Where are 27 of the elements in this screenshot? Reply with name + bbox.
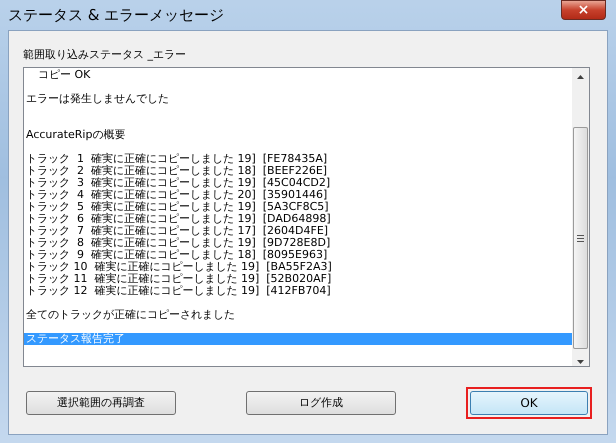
log-line[interactable]: エラーは発生しませんでした bbox=[24, 93, 572, 105]
scrollbar[interactable] bbox=[572, 68, 589, 366]
group-label: 範囲取り込みステータス _エラー bbox=[23, 48, 186, 61]
log-line[interactable]: トラック 4 確実に正確にコピーしました 20] [35901446] bbox=[24, 189, 572, 201]
grip-icon bbox=[577, 234, 584, 242]
scroll-thumb[interactable] bbox=[573, 127, 588, 349]
log-line[interactable]: 全てのトラックが正確にコピーされました bbox=[24, 309, 572, 321]
log-line[interactable]: コピー OK bbox=[24, 69, 572, 81]
log-line[interactable]: トラック 3 確実に正確にコピーしました 19] [45C04CD2] bbox=[24, 177, 572, 189]
window-title: ステータス & エラーメッセージ bbox=[8, 5, 224, 26]
close-button[interactable]: × bbox=[561, 0, 606, 20]
log-line[interactable]: トラック 6 確実に正確にコピーしました 19] [DAD64898] bbox=[24, 213, 572, 225]
log-line[interactable]: トラック 12 確実に正確にコピーしました 19] [412FB704] bbox=[24, 285, 572, 297]
log-line[interactable]: トラック 2 確実に正確にコピーしました 18] [BEEF226E] bbox=[24, 165, 572, 177]
log-line[interactable]: トラック 9 確実に正確にコピーしました 18] [8095E963] bbox=[24, 249, 572, 261]
log-line[interactable]: トラック 10 確実に正確にコピーしました 19] [BA55F2A3] bbox=[24, 261, 572, 273]
action-button[interactable]: 選択範囲の再調査 bbox=[26, 391, 176, 415]
scroll-down-icon[interactable] bbox=[577, 360, 584, 364]
scroll-up-icon[interactable] bbox=[577, 75, 584, 79]
log-line[interactable]: トラック 5 確実に正確にコピーしました 19] [5A3CF8C5] bbox=[24, 201, 572, 213]
log-line[interactable]: トラック 11 確実に正確にコピーしました 19] [52B020AF] bbox=[24, 273, 572, 285]
log-line[interactable]: トラック 8 確実に正確にコピーしました 19] [9D728E8D] bbox=[24, 237, 572, 249]
log-line[interactable]: トラック 7 確実に正確にコピーしました 17] [2604D4FE] bbox=[24, 225, 572, 237]
log-line[interactable]: トラック 1 確実に正確にコピーしました 19] [FE78435A] bbox=[24, 153, 572, 165]
action-button[interactable]: ログ作成 bbox=[246, 391, 396, 415]
log-line[interactable]: AccurateRipの概要 bbox=[24, 129, 572, 141]
ok-button[interactable]: OK bbox=[470, 391, 588, 415]
